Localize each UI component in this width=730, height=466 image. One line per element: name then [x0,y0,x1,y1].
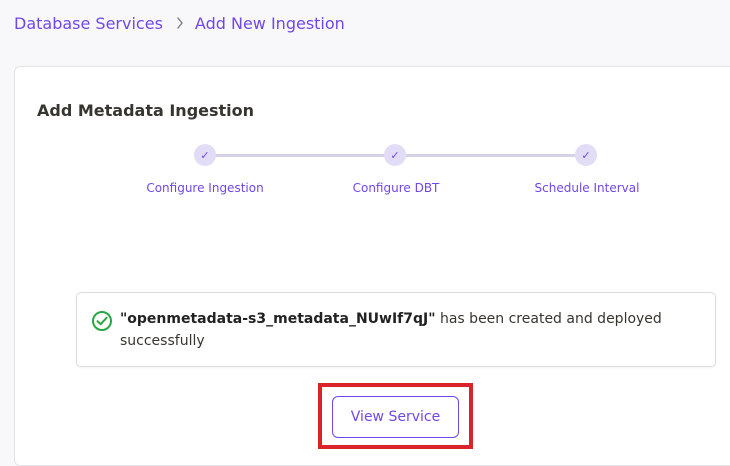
step-label-schedule-interval: Schedule Interval [534,181,640,195]
chevron-right-icon [173,16,187,30]
step-label-configure-dbt: Configure DBT [352,181,440,195]
step-configure-dbt-check-icon: ✓ [384,144,406,166]
breadcrumb-database-services[interactable]: Database Services [14,14,163,33]
step-label-configure-ingestion: Configure Ingestion [146,181,264,195]
ingestion-name: "openmetadata-s3_metadata_NUwIf7qJ" [120,311,436,327]
step-schedule-interval-check-icon: ✓ [575,144,597,166]
breadcrumb-add-new-ingestion: Add New Ingestion [194,13,345,33]
step-configure-ingestion-check-icon: ✓ [194,144,216,166]
page-title: Add Metadata Ingestion [37,101,255,120]
success-message-box: "openmetadata-s3_metadata_NUwIf7qJ" has … [76,292,716,367]
success-message: "openmetadata-s3_metadata_NUwIf7qJ" has … [120,308,690,352]
view-service-button[interactable]: View Service [332,396,459,438]
breadcrumb: Database Services Add New Ingestion [14,12,345,34]
check-circle-icon [91,310,113,332]
